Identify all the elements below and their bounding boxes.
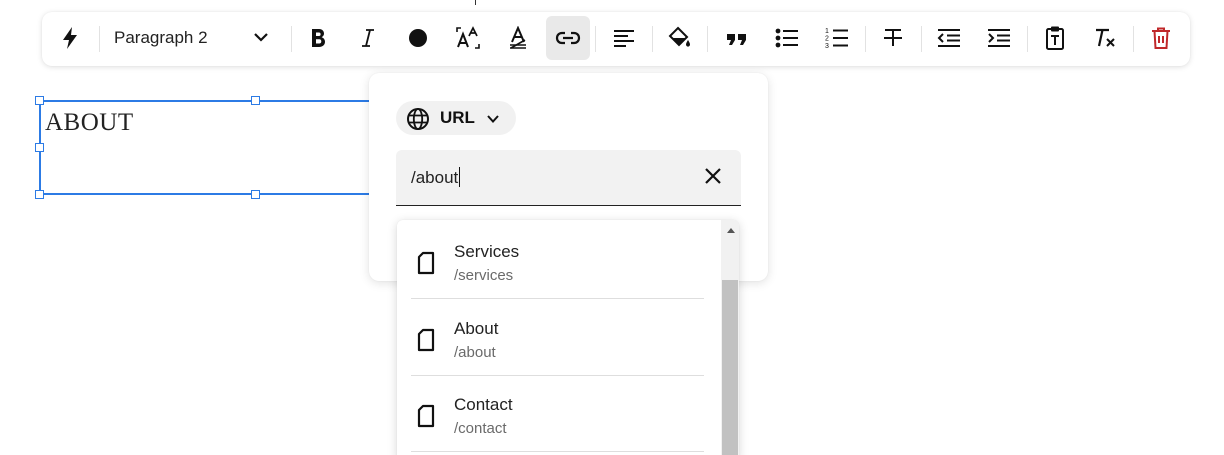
text-color-icon bbox=[407, 27, 429, 49]
outdent-icon bbox=[936, 27, 962, 49]
toolbar-divider bbox=[707, 26, 708, 52]
text-size-icon bbox=[455, 26, 481, 50]
toolbar-divider bbox=[652, 26, 653, 52]
chevron-down-icon bbox=[252, 28, 270, 51]
strikethrough-button[interactable] bbox=[871, 16, 915, 60]
page-suggestions-list: Services /services About /about Contact … bbox=[397, 220, 739, 455]
chevron-down-icon bbox=[486, 112, 500, 131]
suggestion-title: Contact bbox=[454, 395, 513, 414]
lightning-icon bbox=[59, 26, 81, 50]
editor-stage: Paragraph 2 1 2 3 ABOUT URL /about Servi… bbox=[0, 0, 1224, 455]
toolbar-divider bbox=[1027, 26, 1028, 52]
suggestion-path: /services bbox=[454, 267, 514, 284]
link-type-label: URL bbox=[440, 108, 475, 127]
scroll-up-icon[interactable] bbox=[727, 228, 735, 233]
quote-icon bbox=[725, 28, 749, 48]
text-style-label: Paragraph 2 bbox=[114, 28, 208, 47]
paste-plain-text-button[interactable] bbox=[1033, 16, 1077, 60]
suggestion-item-about[interactable]: About /about bbox=[411, 299, 704, 375]
strikethrough-icon bbox=[881, 27, 905, 49]
toolbar-divider bbox=[865, 26, 866, 52]
text-caret bbox=[459, 167, 461, 187]
delete-button[interactable] bbox=[1139, 16, 1183, 60]
toolbar-divider bbox=[1133, 26, 1134, 52]
scrollbar-thumb[interactable] bbox=[722, 280, 738, 455]
toolbar-divider bbox=[291, 26, 292, 52]
toolbar-divider bbox=[595, 26, 596, 52]
text-toolbar: Paragraph 2 1 2 3 bbox=[42, 12, 1190, 66]
url-input-value[interactable]: /about bbox=[411, 167, 461, 188]
svg-text:3: 3 bbox=[825, 43, 829, 50]
remove-color-button[interactable] bbox=[496, 16, 540, 60]
suggestion-path: /about bbox=[454, 344, 496, 361]
bold-icon bbox=[308, 27, 328, 49]
clear-url-button[interactable] bbox=[701, 166, 725, 190]
text-size-button[interactable] bbox=[446, 16, 490, 60]
resize-handle[interactable] bbox=[35, 96, 44, 105]
link-icon bbox=[554, 29, 582, 47]
indent-button[interactable] bbox=[977, 16, 1021, 60]
suggestion-item-services[interactable]: Services /services bbox=[411, 222, 704, 298]
paste-text-icon bbox=[1044, 25, 1066, 51]
quick-actions-button[interactable] bbox=[48, 16, 92, 60]
scrollbar-track[interactable] bbox=[721, 220, 739, 455]
italic-button[interactable] bbox=[346, 16, 390, 60]
suggestion-title: About bbox=[454, 319, 499, 338]
numbered-list-icon: 123 bbox=[824, 26, 850, 50]
svg-text:2: 2 bbox=[825, 36, 829, 43]
link-button[interactable] bbox=[546, 16, 590, 60]
highlight-icon bbox=[666, 26, 692, 50]
indent-icon bbox=[986, 27, 1012, 49]
outdent-button[interactable] bbox=[927, 16, 971, 60]
text-color-button[interactable] bbox=[396, 16, 440, 60]
globe-icon bbox=[406, 107, 430, 136]
bullet-list-icon bbox=[774, 27, 800, 49]
numbered-list-button[interactable]: 123 bbox=[815, 16, 859, 60]
suggestion-path: /contact bbox=[454, 420, 507, 437]
selected-text-block[interactable]: ABOUT bbox=[39, 100, 379, 195]
text-style-select[interactable]: Paragraph 2 bbox=[100, 16, 280, 60]
list-divider bbox=[411, 451, 704, 452]
resize-handle[interactable] bbox=[251, 96, 260, 105]
resize-handle[interactable] bbox=[251, 190, 260, 199]
page-icon bbox=[416, 328, 436, 357]
suggestion-title: Services bbox=[454, 242, 520, 261]
quote-button[interactable] bbox=[715, 16, 759, 60]
clear-formatting-button[interactable] bbox=[1083, 16, 1127, 60]
page-icon bbox=[416, 404, 436, 433]
align-button[interactable] bbox=[602, 16, 646, 60]
highlight-button[interactable] bbox=[657, 16, 701, 60]
close-icon bbox=[704, 167, 722, 190]
page-icon bbox=[416, 251, 436, 280]
text-clear-color-icon bbox=[507, 26, 529, 50]
link-type-select[interactable]: URL bbox=[396, 101, 516, 135]
resize-handle[interactable] bbox=[35, 190, 44, 199]
text-block-content[interactable]: ABOUT bbox=[45, 109, 134, 137]
delete-icon bbox=[1150, 26, 1172, 50]
suggestion-item-contact[interactable]: Contact /contact bbox=[411, 375, 704, 451]
bullet-list-button[interactable] bbox=[765, 16, 809, 60]
align-left-icon bbox=[612, 28, 636, 48]
resize-handle[interactable] bbox=[35, 143, 44, 152]
svg-text:1: 1 bbox=[825, 28, 829, 35]
toolbar-divider bbox=[921, 26, 922, 52]
ruler-mark bbox=[475, 0, 476, 5]
url-input[interactable]: /about bbox=[396, 150, 741, 206]
clear-formatting-icon bbox=[1092, 26, 1118, 50]
italic-icon bbox=[358, 27, 378, 49]
bold-button[interactable] bbox=[296, 16, 340, 60]
